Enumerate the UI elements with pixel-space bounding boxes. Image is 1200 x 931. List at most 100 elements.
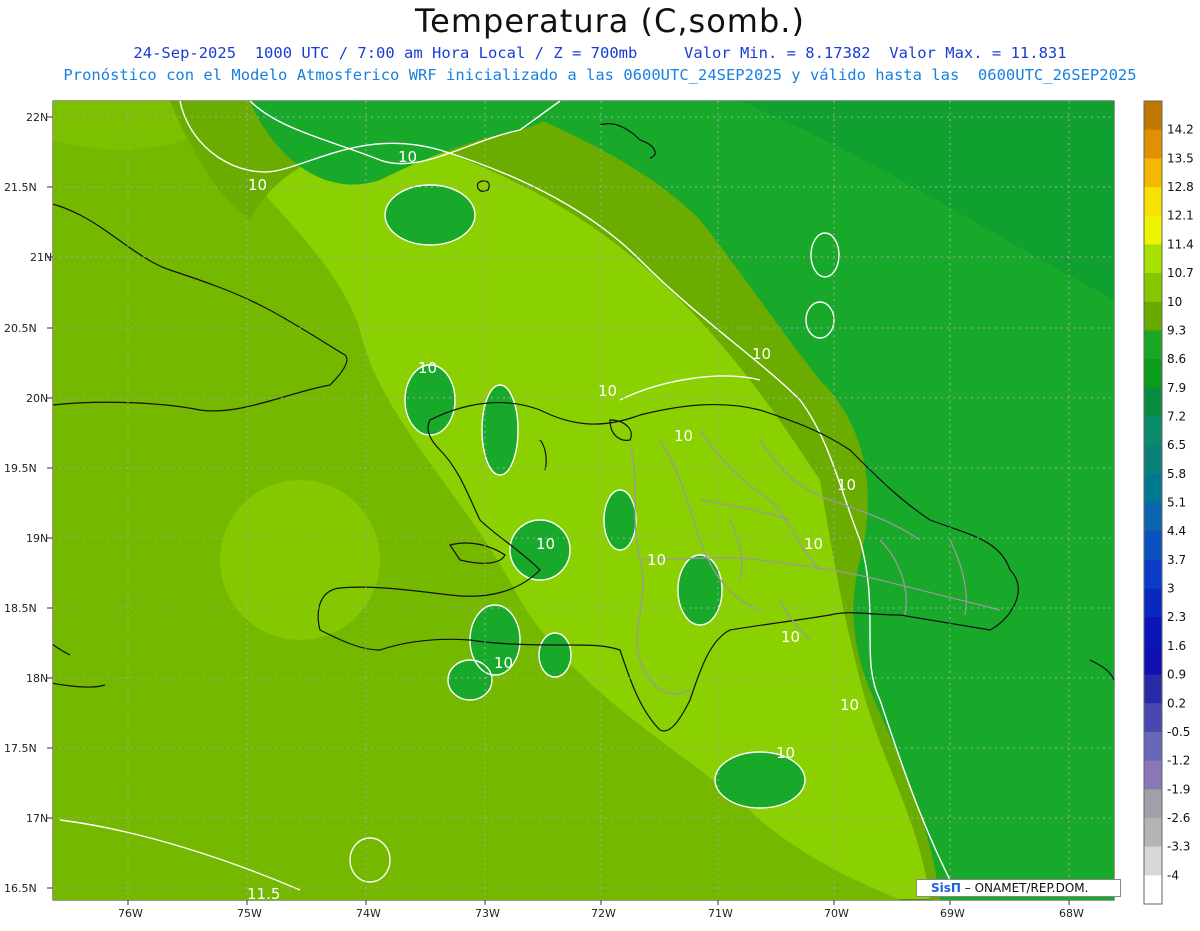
colorbar-swatch <box>1144 301 1162 331</box>
lat-label: 17.5N <box>4 742 37 755</box>
colorbar-label: 7.2 <box>1167 409 1186 423</box>
colorbar-swatch <box>1144 187 1162 217</box>
contour-label: 10 <box>598 382 617 400</box>
colorbar-label: 5.8 <box>1167 467 1186 481</box>
colorbar-label: -1.2 <box>1167 754 1190 768</box>
contour-label: 10 <box>248 176 267 194</box>
colorbar-swatch <box>1144 129 1162 159</box>
colorbar-swatch <box>1144 531 1162 561</box>
colorbar-swatch <box>1144 359 1162 389</box>
lon-label: 74W <box>356 907 381 920</box>
lon-label: 75W <box>237 907 262 920</box>
colorbar-swatch <box>1144 244 1162 274</box>
contour-label: 10 <box>752 345 771 363</box>
colorbar: 14.2 13.5 12.8 12.1 11.4 10.7 10 9.3 8.6 7.9 7.2 6.… <box>1143 100 1194 905</box>
contour-label: 11.5 <box>247 885 280 903</box>
colorbar-label: 9.3 <box>1167 323 1186 337</box>
colorbar-swatch <box>1144 559 1162 590</box>
colorbar-swatch <box>1144 215 1162 245</box>
colorbar-swatch <box>1144 789 1162 819</box>
colorbar-swatch <box>1144 846 1162 876</box>
contour-label: 10 <box>837 476 856 494</box>
colorbar-label: -2.6 <box>1167 811 1190 825</box>
colorbar-label: 8.6 <box>1167 352 1186 366</box>
lat-label: 17N <box>26 812 48 825</box>
colorbar-swatch <box>1144 617 1162 647</box>
map-figure: 10 10 10 10 10 10 10 10 10 10 10 10 10 1… <box>0 0 1200 927</box>
colorbar-label: 4.4 <box>1167 524 1186 538</box>
colorbar-label: 1.6 <box>1167 639 1186 653</box>
colorbar-swatch <box>1144 645 1162 676</box>
lat-label: 20.5N <box>4 322 37 335</box>
contour-label: 10 <box>536 535 555 553</box>
colorbar-label: 6.5 <box>1167 438 1186 452</box>
contour-label: 10 <box>398 148 417 166</box>
colorbar-swatch <box>1144 502 1162 532</box>
lon-label: 72W <box>591 907 616 920</box>
colorbar-label: 2.3 <box>1167 610 1186 624</box>
colorbar-swatch <box>1144 817 1162 848</box>
lat-label: 18N <box>26 672 48 685</box>
contour-label: 10 <box>647 551 666 569</box>
colorbar-swatch <box>1144 760 1162 790</box>
contour-label: 10 <box>674 427 693 445</box>
lat-label: 18.5N <box>4 602 37 615</box>
colorbar-label: -1.9 <box>1167 782 1190 796</box>
colorbar-swatch <box>1144 330 1162 360</box>
lat-label: 19.5N <box>4 462 37 475</box>
colorbar-swatch <box>1144 674 1162 704</box>
credit-text: – ONAMET/REP.DOM. <box>960 881 1089 895</box>
colorbar-label: 13.5 <box>1167 151 1194 165</box>
map-svg: 10 10 10 10 10 10 10 10 10 10 10 10 10 1… <box>4 100 1194 920</box>
colorbar-label: 14.2 <box>1167 123 1194 137</box>
colorbar-label: 3.7 <box>1167 553 1186 567</box>
lon-label: 69W <box>940 907 965 920</box>
colorbar-label: 0.2 <box>1167 696 1186 710</box>
colorbar-swatch <box>1144 875 1162 905</box>
contour-label: 10 <box>781 628 800 646</box>
colorbar-label: 12.1 <box>1167 209 1194 223</box>
lon-label: 76W <box>118 907 143 920</box>
contour-label: 10 <box>804 535 823 553</box>
shade-cell <box>220 480 380 640</box>
colorbar-swatch <box>1144 703 1162 733</box>
colorbar-swatch <box>1144 101 1162 131</box>
contour-label: 10 <box>776 744 795 762</box>
lat-label: 21.5N <box>4 181 37 194</box>
lon-label: 70W <box>824 907 849 920</box>
colorbar-swatch <box>1144 473 1162 503</box>
colorbar-swatch <box>1144 416 1162 446</box>
lat-label: 19N <box>26 532 48 545</box>
colorbar-swatch <box>1144 158 1162 188</box>
colorbar-swatch <box>1144 588 1162 618</box>
colorbar-swatch <box>1144 731 1162 762</box>
colorbar-label: 10 <box>1167 295 1182 309</box>
colorbar-label: 3 <box>1167 582 1175 596</box>
contour-label: 10 <box>418 359 437 377</box>
colorbar-label: -4 <box>1167 868 1179 882</box>
lat-axis: 22N 21.5N 21N 20.5N 20N 19.5N 19N 18.5N … <box>4 111 53 895</box>
lat-label: 22N <box>26 111 48 124</box>
lon-label: 71W <box>708 907 733 920</box>
contour-label: 10 <box>494 654 513 672</box>
lon-label: 68W <box>1059 907 1084 920</box>
colorbar-label: -3.3 <box>1167 840 1190 854</box>
colorbar-label: 11.4 <box>1167 237 1194 251</box>
colorbar-label: 0.9 <box>1167 668 1186 682</box>
shade-cell <box>80 510 220 690</box>
colorbar-swatch <box>1144 445 1162 475</box>
colorbar-label: 5.1 <box>1167 496 1186 510</box>
lon-axis: 76W 75W 74W 73W 72W 71W 70W 69W 68W <box>118 900 1084 920</box>
colorbar-label: 10.7 <box>1167 266 1194 280</box>
lat-label: 16.5N <box>4 882 37 895</box>
colorbar-label: 12.8 <box>1167 180 1194 194</box>
colorbar-label: 7.9 <box>1167 381 1186 395</box>
colorbar-swatch <box>1144 273 1162 303</box>
colorbar-label: -0.5 <box>1167 725 1190 739</box>
credit-box: SisΠ – ONAMET/REP.DOM. <box>916 879 1121 897</box>
colorbar-swatch <box>1144 387 1162 417</box>
lon-label: 73W <box>475 907 500 920</box>
lat-label: 20N <box>26 392 48 405</box>
contour-label: 10 <box>840 696 859 714</box>
sispi-logo: SisΠ <box>931 881 961 895</box>
